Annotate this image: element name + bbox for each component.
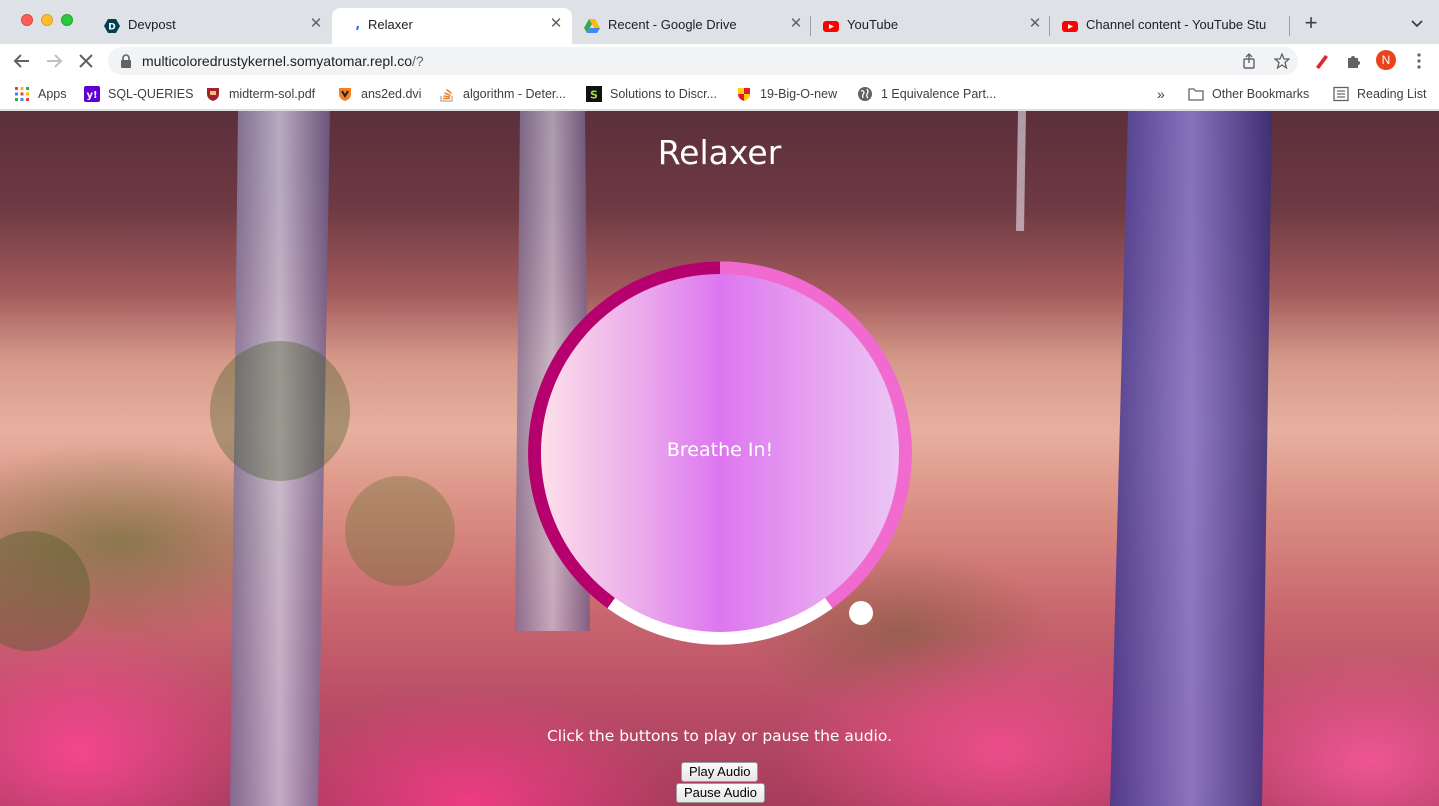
stackoverflow-icon	[440, 88, 453, 102]
globe-icon	[858, 87, 872, 101]
tab-title: Relaxer	[368, 17, 413, 32]
share-icon[interactable]	[1241, 53, 1257, 69]
stop-loading-icon[interactable]	[74, 49, 98, 73]
slader-icon: S	[586, 86, 602, 102]
shield-crest-icon	[207, 88, 219, 101]
bookmarks-overflow-button[interactable]: »	[1157, 84, 1165, 104]
bookmark-equivalence[interactable]: 1 Equivalence Part...	[857, 84, 996, 104]
url-path: /?	[412, 53, 424, 69]
bookmark-solutions-discrete[interactable]: S Solutions to Discr...	[586, 84, 717, 104]
url-text: multicoloredrustykernel.somyatomar.repl.…	[142, 53, 424, 69]
menu-dots-icon[interactable]	[1410, 52, 1428, 70]
other-bookmarks-button[interactable]: Other Bookmarks	[1188, 84, 1309, 104]
devpost-icon: D	[104, 19, 120, 33]
bookmark-label: SQL-QUERIES	[108, 87, 194, 101]
profile-avatar[interactable]: N	[1376, 50, 1396, 70]
bookmark-big-o[interactable]: 19-Big-O-new	[736, 84, 837, 104]
breath-instruction-text: Breathe In!	[666, 439, 774, 461]
youtube-icon	[1062, 21, 1078, 32]
tab-title: Channel content - YouTube Stu	[1086, 17, 1266, 32]
pen-extension-icon[interactable]	[1313, 52, 1331, 70]
reading-list-label: Reading List	[1357, 87, 1427, 101]
forward-arrow-icon[interactable]	[42, 49, 66, 73]
bookmark-star-icon[interactable]	[1274, 53, 1290, 69]
close-tab-icon[interactable]: ✕	[548, 16, 564, 32]
bookmark-label: 1 Equivalence Part...	[881, 87, 997, 101]
browser-toolbar: multicoloredrustykernel.somyatomar.repl.…	[0, 44, 1439, 78]
tab-separator	[1289, 16, 1290, 36]
loading-icon	[345, 19, 359, 33]
page-content: Relaxer Breathe In! Click the buttons to…	[0, 111, 1439, 806]
close-tab-icon[interactable]: ✕	[788, 16, 804, 32]
tab-devpost[interactable]: D Devpost ✕	[92, 8, 332, 44]
bookmark-label: 19-Big-O-new	[760, 87, 838, 101]
tab-strip: D Devpost ✕ Relaxer ✕ Recent - Google Dr…	[0, 0, 1439, 44]
page-title: Relaxer	[657, 133, 782, 172]
svg-text:y!: y!	[86, 90, 97, 101]
url-host: multicoloredrustykernel.somyatomar.repl.…	[142, 53, 412, 69]
minimize-window-button[interactable]	[41, 14, 53, 26]
tab-youtube[interactable]: YouTube ✕	[811, 8, 1051, 44]
shield-crest-icon	[339, 88, 351, 101]
tab-title: Recent - Google Drive	[608, 17, 737, 32]
svg-text:D: D	[108, 23, 115, 33]
lock-icon[interactable]	[120, 54, 132, 68]
audio-instruction-text: Click the buttons to play or pause the a…	[546, 727, 893, 745]
bookmark-label: Apps	[38, 87, 67, 101]
back-arrow-icon[interactable]	[10, 49, 34, 73]
bookmark-label: midterm-sol.pdf	[229, 87, 316, 101]
youtube-icon	[823, 21, 839, 32]
address-bar[interactable]: multicoloredrustykernel.somyatomar.repl.…	[108, 47, 1298, 75]
tab-google-drive[interactable]: Recent - Google Drive ✕	[572, 8, 812, 44]
tab-search-icon[interactable]	[1408, 15, 1426, 33]
pause-audio-button[interactable]: Pause Audio	[676, 783, 766, 803]
folder-icon	[1188, 88, 1204, 101]
tab-relaxer[interactable]: Relaxer ✕	[332, 8, 572, 44]
bookmark-label: algorithm - Deter...	[463, 87, 566, 101]
bookmark-label: Solutions to Discr...	[610, 87, 717, 101]
new-tab-button[interactable]: +	[1300, 12, 1322, 34]
apps-grid-icon	[15, 87, 29, 101]
extensions-puzzle-icon[interactable]	[1345, 52, 1363, 70]
bookmarks-bar: Apps y! SQL-QUERIES midterm-sol.pdf ans2…	[0, 78, 1439, 110]
other-bookmarks-label: Other Bookmarks	[1212, 87, 1310, 101]
reading-list-button[interactable]: Reading List	[1333, 84, 1427, 104]
google-drive-icon	[584, 19, 600, 33]
close-tab-icon[interactable]: ✕	[308, 16, 324, 32]
bookmark-sql-queries[interactable]: y! SQL-QUERIES	[84, 84, 193, 104]
maximize-window-button[interactable]	[61, 14, 73, 26]
play-audio-button[interactable]: Play Audio	[681, 762, 759, 782]
close-tab-icon[interactable]: ✕	[1027, 16, 1043, 32]
close-window-button[interactable]	[21, 14, 33, 26]
tab-title: YouTube	[847, 17, 899, 32]
reading-list-icon	[1333, 86, 1349, 102]
bookmark-midterm-sol[interactable]: midterm-sol.pdf	[205, 84, 315, 104]
bookmark-label: ans2ed.dvi	[361, 87, 422, 101]
bookmark-algorithm[interactable]: algorithm - Deter...	[439, 84, 566, 104]
tab-youtube-studio[interactable]: Channel content - YouTube Stu	[1050, 8, 1290, 44]
bookmark-apps[interactable]: Apps	[14, 84, 67, 104]
svg-text:S: S	[590, 89, 598, 102]
progress-pointer-dot	[849, 601, 873, 625]
umd-icon	[738, 88, 750, 101]
tab-title: Devpost	[128, 17, 176, 32]
yahoo-icon: y!	[84, 86, 100, 102]
bookmark-ans2ed[interactable]: ans2ed.dvi	[337, 84, 421, 104]
